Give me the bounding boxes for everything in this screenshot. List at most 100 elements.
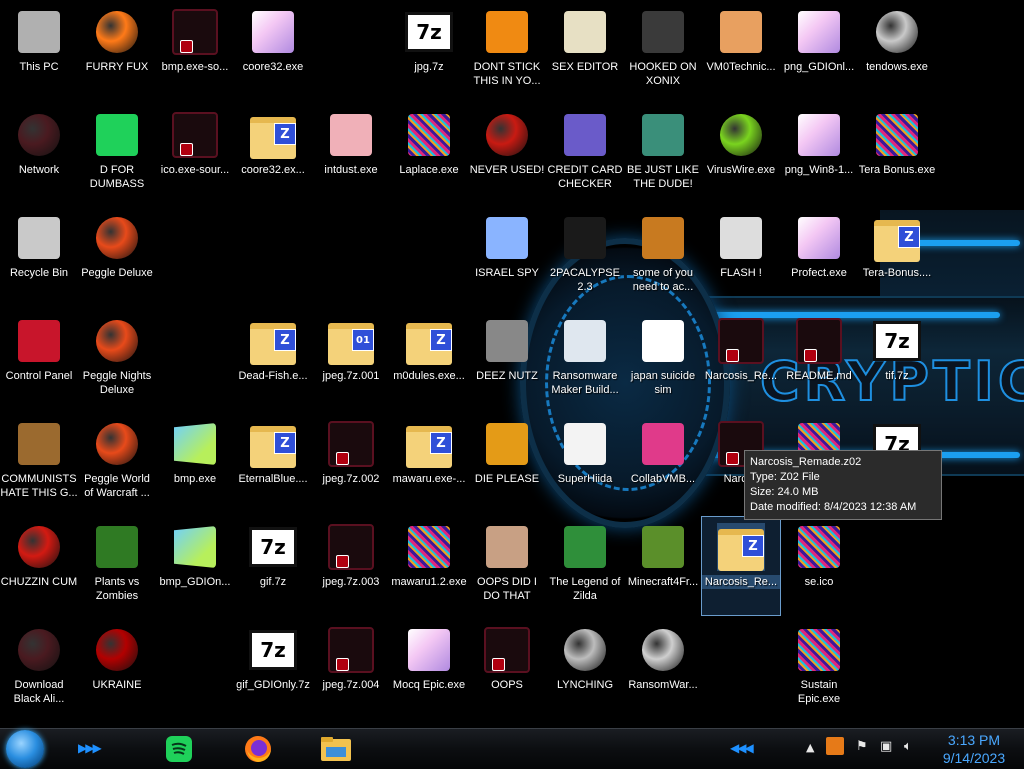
desktop-icon[interactable]: VirusWire.exe	[702, 105, 780, 203]
desktop-icon[interactable]: Peggle World of Warcraft ...	[78, 414, 156, 512]
system-clock[interactable]: 3:13 PM 9/14/2023	[928, 731, 1020, 767]
desktop-icon[interactable]: DIE PLEASE	[468, 414, 546, 512]
taskbar-decoration: ▶▶▶	[78, 741, 102, 755]
desktop-icon[interactable]: jpeg.7z.004	[312, 620, 390, 718]
taskbar-firefox-button[interactable]	[236, 733, 280, 765]
desktop-icon[interactable]: tendows.exe	[858, 2, 936, 100]
desktop-icon[interactable]: Control Panel	[0, 311, 78, 409]
desktop-icon[interactable]: The Legend of Zilda	[546, 517, 624, 615]
desktop-icon[interactable]: Z Dead-Fish.e...	[234, 311, 312, 409]
desktop-icon-label: mawaru.exe-...	[392, 473, 466, 485]
desktop-icon[interactable]: bmp.exe	[156, 414, 234, 512]
desktop-icon-label: intdust.exe	[324, 164, 378, 176]
desktop-icon[interactable]: Narcosis_Re...	[702, 311, 780, 409]
desktop-icon[interactable]: SuperHiida	[546, 414, 624, 512]
desktop-icon[interactable]: RansomWar...	[624, 620, 702, 718]
desktop-icon[interactable]: HOOKED ON XONIX	[624, 2, 702, 100]
desktop-icon[interactable]: ISRAEL SPY	[468, 208, 546, 306]
desktop-icon[interactable]: bmp.exe-so...	[156, 2, 234, 100]
desktop-icon[interactable]: SEX EDITOR	[546, 2, 624, 100]
chevron-up-icon[interactable]: ▲	[806, 741, 814, 754]
desktop-icon[interactable]: CREDIT CARD CHECKER	[546, 105, 624, 203]
desktop-icon[interactable]: Zcoore32.ex...	[234, 105, 312, 203]
flag-icon[interactable]: ⚑	[856, 739, 868, 754]
desktop-icon[interactable]: Recycle Bin	[0, 208, 78, 306]
desktop-icon[interactable]: japan suicide sim	[624, 311, 702, 409]
desktop-icon[interactable]: Z Narcosis_Re...	[701, 516, 781, 616]
desktop-icon[interactable]: ico.exe-sour...	[156, 105, 234, 203]
terminal-icon	[561, 214, 609, 262]
desktop-icon[interactable]: Z Tera-Bonus....	[858, 208, 936, 306]
desktop-icon-label: NEVER USED!	[469, 164, 545, 176]
desktop-icon-label: Laplace.exe	[399, 164, 459, 176]
desktop-icon[interactable]: LYNCHING	[546, 620, 624, 718]
desktop-icon[interactable]: 7z tif.7z	[858, 311, 936, 409]
desktop-icon[interactable]: Laplace.exe	[390, 105, 468, 203]
7z-archive-icon: 7z	[405, 8, 453, 56]
taskbar-spotify-button[interactable]	[157, 733, 201, 765]
desktop-icon[interactable]: D FOR DUMBASS	[78, 105, 156, 203]
desktop-icon[interactable]: Zm0dules.exe...	[390, 311, 468, 409]
desktop-icon[interactable]: 7z jpg.7z	[390, 2, 468, 100]
desktop-icon[interactable]: Tera Bonus.exe	[858, 105, 936, 203]
desktop-icon[interactable]: Z EternalBlue....	[234, 414, 312, 512]
network-icon[interactable]: ▣	[880, 739, 892, 754]
skull-icon	[639, 626, 687, 674]
desktop-icon[interactable]: This PC	[0, 2, 78, 100]
desktop-icon[interactable]: CHUZZIN CUM	[0, 517, 78, 615]
desktop-icon[interactable]: intdust.exe	[312, 105, 390, 203]
desktop-icon[interactable]: Minecraft4Fr...	[624, 517, 702, 615]
desktop-icon[interactable]: jpeg.7z.002	[312, 414, 390, 512]
desktop-icon-label: This PC	[19, 61, 59, 73]
desktop-icon[interactable]: Sustain Epic.exe	[780, 620, 858, 718]
desktop-icon[interactable]: FURRY FUX	[78, 2, 156, 100]
hex-editor-icon	[561, 8, 609, 56]
start-button[interactable]	[6, 730, 44, 768]
desktop-icon-label: gif.7z	[259, 576, 287, 588]
desktop-icon[interactable]: 01 jpeg.7z.001	[312, 311, 390, 409]
desktop-icon[interactable]: FLASH !	[702, 208, 780, 306]
desktop-icon[interactable]: Zmawaru.exe-...	[390, 414, 468, 512]
folder-icon	[321, 737, 351, 761]
peggle-icon	[93, 420, 141, 468]
desktop-icon[interactable]: coore32.exe	[234, 2, 312, 100]
desktop-icon[interactable]: Profect.exe	[780, 208, 858, 306]
desktop-icon[interactable]: UKRAINE	[78, 620, 156, 718]
desktop-icon[interactable]: Network	[0, 105, 78, 203]
desktop-icon[interactable]: mawaru1.2.exe	[390, 517, 468, 615]
desktop-icon[interactable]: Peggle Deluxe	[78, 208, 156, 306]
radiation-icon	[93, 626, 141, 674]
desktop-icon[interactable]: 7z gif_GDIOnly.7z	[234, 620, 312, 718]
desktop-icon[interactable]: OOPS	[468, 620, 546, 718]
desktop-icon[interactable]: Mocq Epic.exe	[390, 620, 468, 718]
desktop-icon[interactable]: CollabVMB...	[624, 414, 702, 512]
desktop-icon[interactable]: OOPS DID I DO THAT	[468, 517, 546, 615]
desktop-icon[interactable]: 2PACALYPSE 2.3	[546, 208, 624, 306]
desktop-icon-label: tendows.exe	[866, 61, 928, 73]
desktop-icon[interactable]: VM0Technic...	[702, 2, 780, 100]
desktop-icon[interactable]: Peggle Nights Deluxe	[78, 311, 156, 409]
desktop-icon[interactable]: png_Win8-1...	[780, 105, 858, 203]
desktop-icon[interactable]: bmp_GDIOn...	[156, 517, 234, 615]
desktop-icon[interactable]: Plants vs Zombies	[78, 517, 156, 615]
desktop-icon[interactable]: jpeg.7z.003	[312, 517, 390, 615]
peggle-icon	[93, 214, 141, 262]
paint-palette-icon	[327, 111, 375, 159]
java-icon[interactable]	[826, 737, 844, 755]
desktop-icon[interactable]: BE JUST LIKE THE DUDE!	[624, 105, 702, 203]
desktop-icon[interactable]: some of you need to ac...	[624, 208, 702, 306]
desktop-icon[interactable]: 7z gif.7z	[234, 517, 312, 615]
desktop-icon[interactable]: Ransomware Maker Build...	[546, 311, 624, 409]
spy-icon	[483, 214, 531, 262]
taskbar-file-explorer-button[interactable]	[314, 733, 358, 765]
desktop-icon[interactable]: COMMUNISTS HATE THIS G...	[0, 414, 78, 512]
desktop-icon[interactable]: NEVER USED!	[468, 105, 546, 203]
desktop-icon[interactable]: se.ico	[780, 517, 858, 615]
desktop-icon[interactable]: README.md	[780, 311, 858, 409]
desktop-icon[interactable]: Download Black Ali...	[0, 620, 78, 718]
desktop-icon-label: Control Panel	[5, 370, 73, 382]
volume-icon[interactable]: 🔈︎	[904, 739, 912, 754]
desktop-icon[interactable]: DONT STICK THIS IN YO...	[468, 2, 546, 100]
desktop-icon[interactable]: png_GDIOnl...	[780, 2, 858, 100]
desktop-icon[interactable]: DEEZ NUTZ	[468, 311, 546, 409]
